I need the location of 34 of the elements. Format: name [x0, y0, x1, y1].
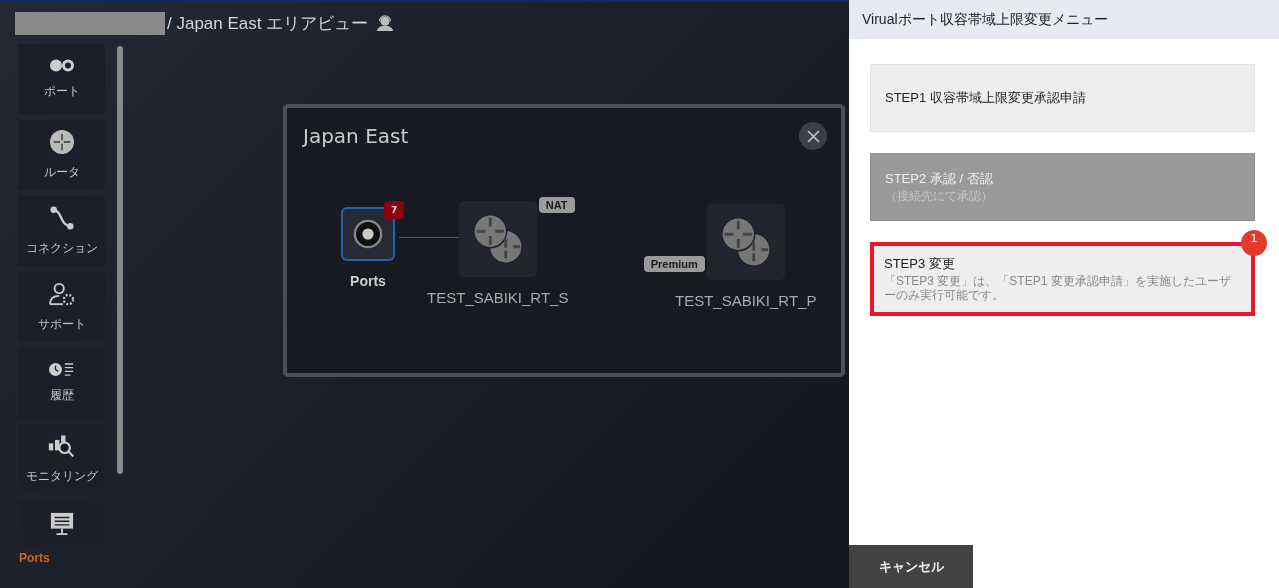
router-node[interactable] [458, 201, 537, 277]
router-icon [47, 129, 76, 154]
page-title: / Japan East エリアビュー [167, 12, 369, 35]
sidebar-item[interactable]: コネクション [18, 196, 105, 266]
user-gear-icon [47, 281, 76, 306]
connection-icon [47, 205, 76, 230]
count-badge: 7 [384, 201, 405, 219]
step-button[interactable]: STEP1 収容帯域上限変更承認申請 [870, 64, 1255, 132]
sidebar-item[interactable]: ルータ [18, 120, 105, 190]
node-label: TEST_SABIKI_RT_S [427, 289, 569, 306]
cancel-button[interactable]: キャンセル [849, 545, 973, 588]
sidebar-item[interactable]: 履歴 [18, 348, 105, 418]
close-button[interactable] [799, 122, 827, 150]
toggle-icon [48, 58, 75, 73]
chart-search-icon [47, 433, 76, 458]
clock-list-icon [48, 362, 75, 377]
notification-badge: 1 [1241, 230, 1267, 256]
scrollbar[interactable] [117, 46, 123, 474]
port-node[interactable] [341, 207, 395, 261]
node-label: TEST_SABIKI_RT_P [675, 292, 817, 309]
port-icon [353, 219, 383, 249]
sidebar-item[interactable]: サポート [18, 272, 105, 342]
panel-title: Japan East [303, 124, 409, 148]
sidebar-label: Ports [19, 551, 51, 565]
sidebar-item[interactable]: ポート [18, 44, 105, 114]
menu-title: Virualポート収容帯域上限変更メニュー [849, 0, 1279, 39]
node-label: Ports [350, 273, 386, 289]
step-button[interactable]: STEP3 変更 「STEP3 変更」は、「STEP1 変更承認申請」を実施したユーザーのみ実行可能です。 [870, 242, 1255, 316]
node-tag: Premium [643, 256, 705, 272]
support-agent-icon [376, 14, 395, 32]
sidebar-item[interactable]: モニタリング [18, 424, 105, 494]
node-tag: NAT [538, 197, 575, 213]
close-icon [806, 129, 820, 143]
router-node[interactable] [706, 204, 785, 280]
